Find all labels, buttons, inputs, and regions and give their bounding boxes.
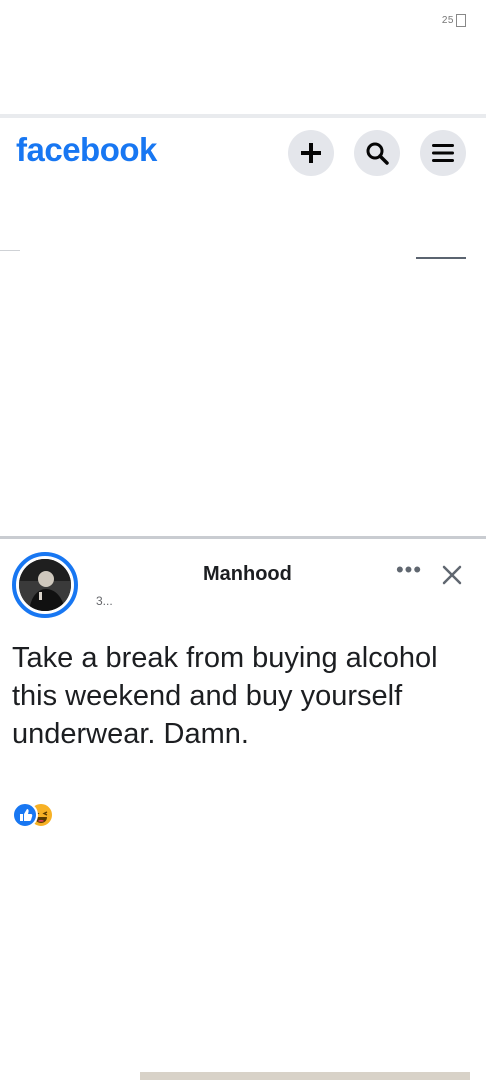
battery-indicator: 25 — [442, 14, 466, 27]
divider-line — [0, 250, 20, 251]
profile-photo — [19, 559, 71, 611]
close-button[interactable] — [438, 561, 466, 589]
plus-icon — [301, 143, 321, 163]
battery-level: 25 — [441, 15, 454, 27]
avatar[interactable] — [12, 552, 78, 618]
post-timestamp: 3... — [96, 594, 113, 608]
divider-line — [416, 257, 466, 259]
menu-button[interactable] — [420, 130, 466, 176]
facebook-logo[interactable]: facebook — [16, 131, 157, 169]
create-button[interactable] — [288, 130, 334, 176]
feed-post: Manhood 3... ••• Take a break from buyin… — [0, 539, 486, 1080]
post-author[interactable]: Manhood — [203, 563, 292, 586]
more-options-button[interactable]: ••• — [392, 559, 426, 585]
post-text: Take a break from buying alcohol this we… — [12, 642, 438, 750]
page: 25 facebook Manhood 3... ••• Take a brea… — [0, 0, 486, 1080]
top-bar: facebook — [0, 118, 486, 190]
close-icon — [442, 565, 462, 585]
search-icon — [366, 142, 389, 165]
person-silhouette-icon — [19, 559, 71, 611]
hamburger-icon — [432, 144, 454, 162]
bottom-edge — [140, 1072, 470, 1080]
status-bar: 25 — [0, 0, 486, 40]
battery-icon — [456, 14, 466, 27]
reaction-summary[interactable] — [12, 802, 56, 828]
search-button[interactable] — [354, 130, 400, 176]
like-icon — [12, 802, 38, 828]
